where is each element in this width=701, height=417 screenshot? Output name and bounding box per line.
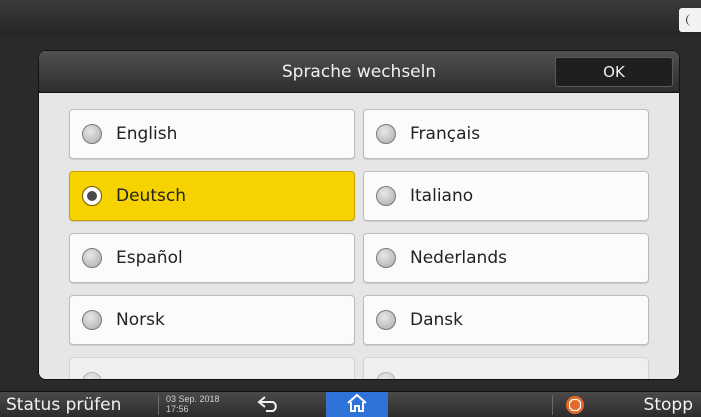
top-status-bar xyxy=(0,0,701,36)
divider xyxy=(552,395,553,415)
language-dialog: Sprache wechseln OK English Français Deu… xyxy=(38,50,680,380)
home-button[interactable] xyxy=(326,392,388,417)
radio-unchecked-icon xyxy=(82,248,102,268)
bottom-bar: Status prüfen 03 Sep. 2018 17:56 Stopp xyxy=(0,391,701,417)
language-option-partial-right[interactable] xyxy=(363,357,649,379)
radio-checked-icon xyxy=(82,186,102,206)
time-text: 17:56 xyxy=(166,404,189,414)
option-label: Italiano xyxy=(410,186,474,206)
dialog-header: Sprache wechseln OK xyxy=(39,51,679,93)
stop-icon[interactable] xyxy=(566,396,584,414)
language-option-italiano[interactable]: Italiano xyxy=(363,171,649,221)
radio-unchecked-icon xyxy=(376,186,396,206)
language-list: English Français Deutsch Italiano Españo… xyxy=(39,94,679,379)
check-status-button[interactable]: Status prüfen xyxy=(0,392,154,417)
language-option-deutsch[interactable]: Deutsch xyxy=(69,171,355,221)
language-option-francais[interactable]: Français xyxy=(363,109,649,159)
option-label: Español xyxy=(116,248,183,268)
ok-button[interactable]: OK xyxy=(555,57,673,87)
radio-unchecked-icon xyxy=(376,248,396,268)
divider xyxy=(158,395,159,415)
language-option-english[interactable]: English xyxy=(69,109,355,159)
date-text: 03 Sep. 2018 xyxy=(166,394,220,404)
language-option-nederlands[interactable]: Nederlands xyxy=(363,233,649,283)
back-arrow-icon xyxy=(256,394,282,417)
option-label: Français xyxy=(410,124,481,144)
option-label: English xyxy=(116,124,178,144)
moon-icon xyxy=(684,13,696,27)
date-time: 03 Sep. 2018 17:56 xyxy=(166,394,220,414)
radio-unchecked-icon xyxy=(82,372,102,379)
radio-unchecked-icon xyxy=(82,124,102,144)
radio-unchecked-icon xyxy=(376,310,396,330)
option-label: Nederlands xyxy=(410,248,507,268)
language-option-espanol[interactable]: Español xyxy=(69,233,355,283)
back-button[interactable] xyxy=(254,395,284,415)
radio-unchecked-icon xyxy=(82,310,102,330)
language-option-dansk[interactable]: Dansk xyxy=(363,295,649,345)
radio-unchecked-icon xyxy=(376,124,396,144)
option-label: Dansk xyxy=(410,310,463,330)
option-label: Norsk xyxy=(116,310,165,330)
language-option-norsk[interactable]: Norsk xyxy=(69,295,355,345)
night-mode-button[interactable] xyxy=(679,8,701,32)
stop-button[interactable]: Stopp xyxy=(644,392,693,417)
radio-unchecked-icon xyxy=(376,372,396,379)
option-label: Deutsch xyxy=(116,186,186,206)
language-option-partial-left[interactable] xyxy=(69,357,355,379)
home-icon xyxy=(346,393,368,417)
